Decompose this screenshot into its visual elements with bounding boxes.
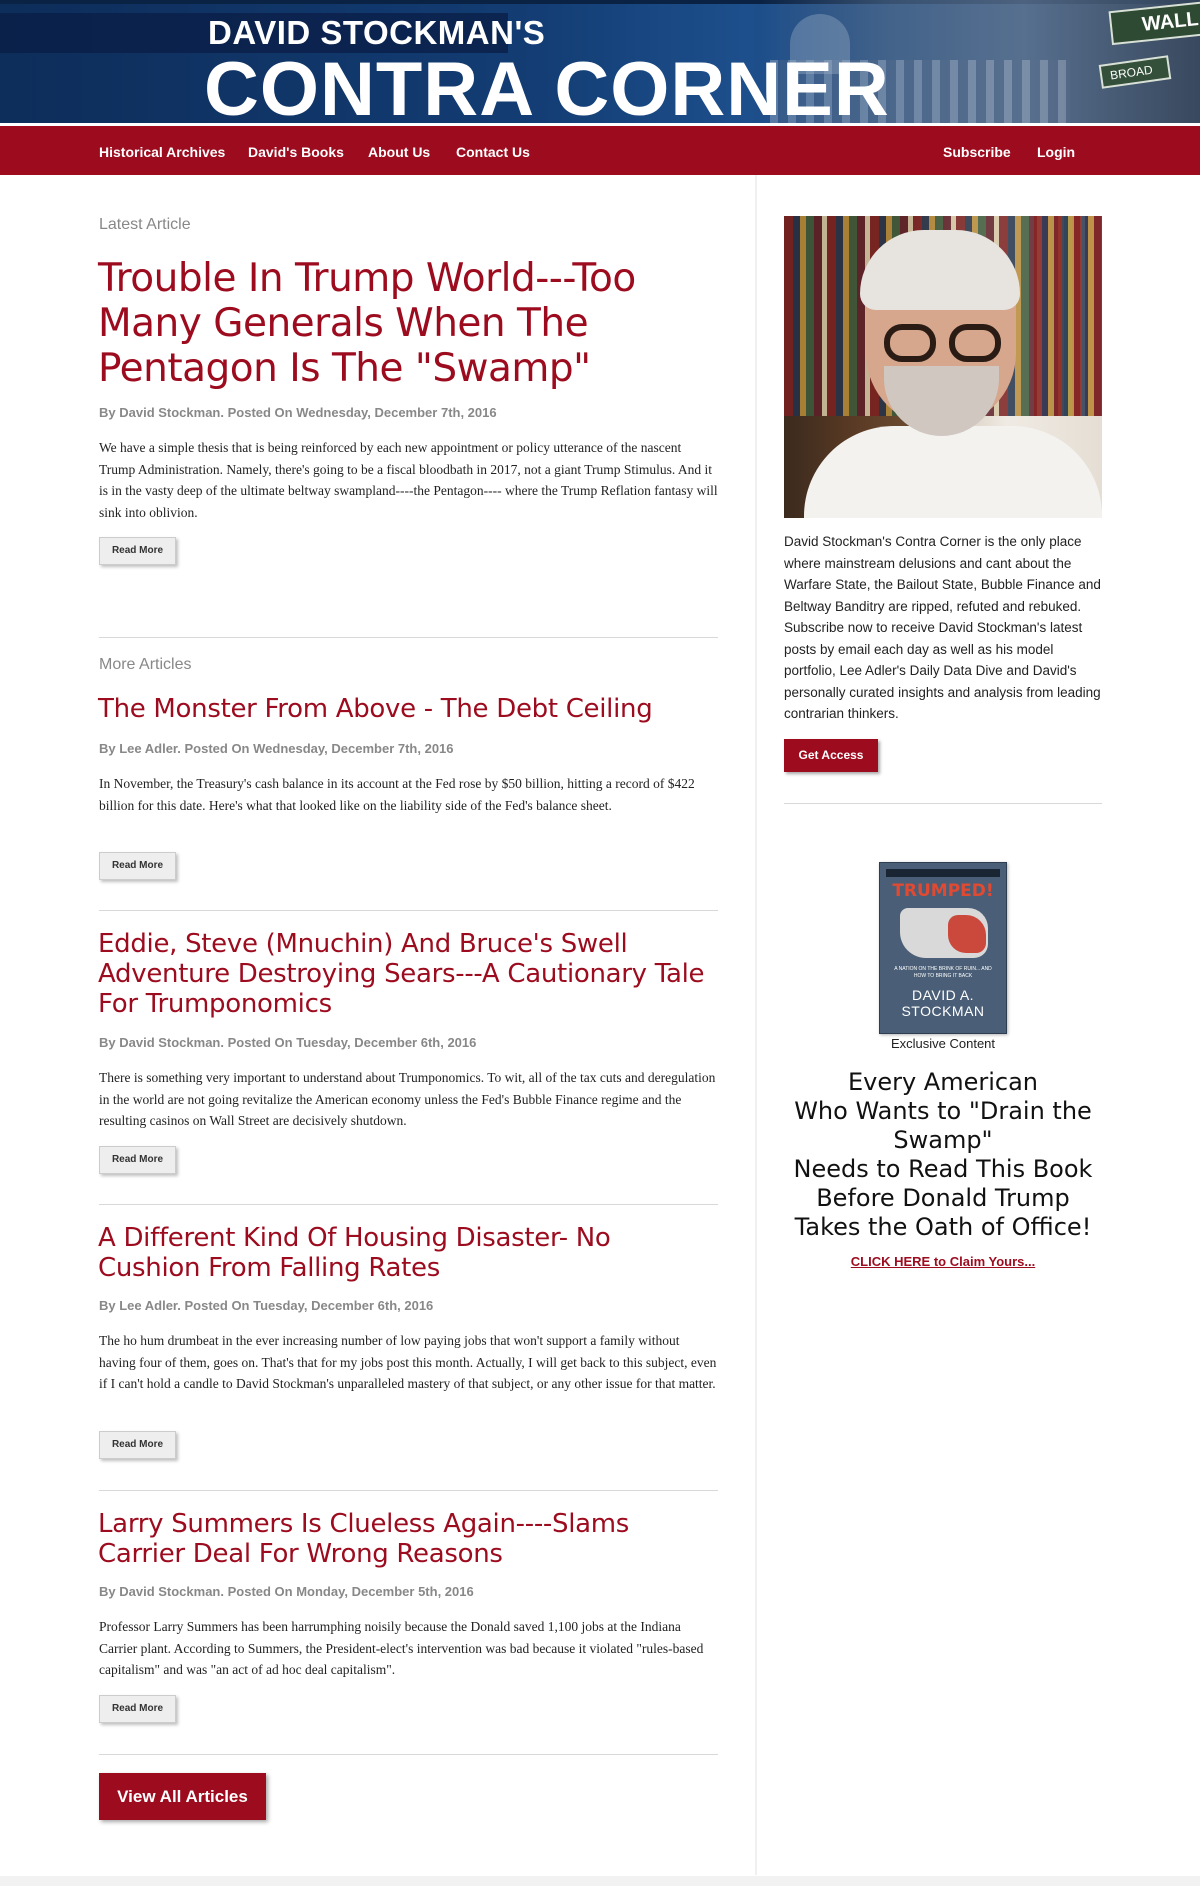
site-description: David Stockman's Contra Corner is the on… — [784, 534, 1101, 721]
latest-article-byline: By David Stockman. Posted On Wednesday, … — [99, 405, 497, 420]
read-more-button[interactable]: Read More — [99, 852, 176, 880]
book-promo-text: Every American Who Wants to "Drain the S… — [784, 1068, 1102, 1242]
article-title[interactable]: A Different Kind Of Housing Disaster- No… — [98, 1223, 718, 1283]
promo-line: Before Donald Trump — [816, 1184, 1070, 1212]
read-more-button[interactable]: Read More — [99, 1146, 176, 1174]
latest-article-excerpt: We have a simple thesis that is being re… — [99, 440, 718, 520]
article-title[interactable]: Larry Summers Is Clueless Again----Slams… — [98, 1509, 718, 1569]
shirt-shape — [804, 426, 1102, 518]
glasses-left-icon — [884, 324, 936, 362]
exclusive-content-label: Exclusive Content — [890, 1036, 996, 1051]
nav-subscribe[interactable]: Subscribe — [943, 144, 1011, 160]
sidebar-separator — [784, 803, 1102, 804]
book-subtitle: A NATION ON THE BRINK OF RUIN... AND HOW… — [894, 966, 992, 979]
column-divider — [755, 175, 757, 1875]
promo-line: Takes the Oath of Office! — [794, 1213, 1092, 1241]
nav-historical-archives[interactable]: Historical Archives — [99, 144, 225, 160]
promo-line: Who Wants to "Drain the Swamp" — [794, 1097, 1092, 1154]
article-title[interactable]: Eddie, Steve (Mnuchin) And Bruce's Swell… — [98, 929, 718, 1019]
article-excerpt: Professor Larry Summers has been harrump… — [99, 1619, 704, 1677]
read-more-button[interactable]: Read More — [99, 1695, 176, 1723]
article-byline: By Lee Adler. Posted On Wednesday, Decem… — [99, 741, 454, 756]
separator — [99, 1754, 718, 1755]
bookshelf-image — [1034, 216, 1102, 416]
david-stockman-portrait — [784, 216, 1102, 518]
latest-article-label: Latest Article — [99, 216, 191, 233]
nav-contact-us[interactable]: Contact Us — [456, 144, 530, 160]
article-excerpt: There is something very important to und… — [99, 1070, 716, 1128]
separator — [99, 1490, 718, 1491]
article-byline: By Lee Adler. Posted On Tuesday, Decembe… — [99, 1298, 434, 1313]
separator — [99, 637, 718, 638]
site-title-logo[interactable]: CONTRA CORNER — [204, 52, 890, 124]
promo-line: Needs to Read This Book — [793, 1155, 1093, 1183]
book-top-banner — [886, 869, 1000, 877]
more-articles-label: More Articles — [99, 656, 192, 673]
us-map-red-region — [948, 915, 986, 953]
footer-edge — [0, 1876, 1200, 1886]
nav-login[interactable]: Login — [1037, 144, 1075, 160]
book-author: DAVID A. STOCKMAN — [880, 987, 1006, 1019]
latest-article-title[interactable]: Trouble In Trump World---Too Many Genera… — [98, 256, 698, 391]
header-banner: WALL BROAD DAVID STOCKMAN'S CONTRA CORNE… — [0, 0, 1200, 123]
main-nav: Historical Archives David's Books About … — [0, 123, 1200, 175]
book-author-line2: STOCKMAN — [901, 1003, 985, 1019]
trumped-book-cover[interactable]: TRUMPED! A NATION ON THE BRINK OF RUIN..… — [879, 862, 1007, 1034]
article-byline: By David Stockman. Posted On Tuesday, De… — [99, 1035, 477, 1050]
nav-davids-books[interactable]: David's Books — [248, 144, 344, 160]
separator — [99, 1204, 718, 1205]
article-excerpt: In November, the Treasury's cash balance… — [99, 776, 695, 813]
separator — [99, 910, 718, 911]
read-more-button[interactable]: Read More — [99, 537, 176, 565]
book-author-line1: DAVID A. — [911, 987, 975, 1003]
view-all-articles-button[interactable]: View All Articles — [99, 1773, 266, 1820]
article-title[interactable]: The Monster From Above - The Debt Ceilin… — [98, 694, 718, 724]
claim-book-link[interactable]: CLICK HERE to Claim Yours... — [784, 1254, 1102, 1269]
nav-about-us[interactable]: About Us — [368, 144, 430, 160]
book-title: TRUMPED! — [892, 881, 994, 901]
article-excerpt: The ho hum drumbeat in the ever increasi… — [99, 1333, 717, 1391]
read-more-button[interactable]: Read More — [99, 1431, 176, 1459]
get-access-button[interactable]: Get Access — [784, 739, 878, 772]
glasses-right-icon — [949, 324, 1001, 362]
promo-line: Every American — [847, 1068, 1039, 1096]
article-byline: By David Stockman. Posted On Monday, Dec… — [99, 1584, 474, 1599]
